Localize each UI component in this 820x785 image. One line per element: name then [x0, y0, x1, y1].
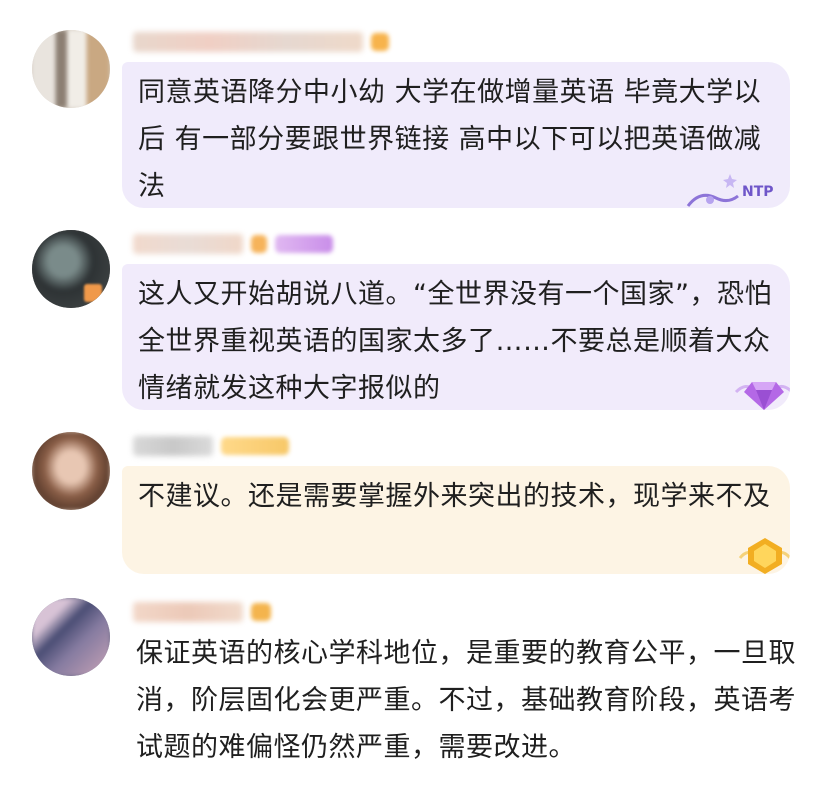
comment-bubble[interactable]: 这人又开始胡说八道。“全世界没有一个国家”，恐怕全世界重视英语的国家太多了……不… — [122, 264, 790, 410]
user-row — [133, 434, 289, 458]
member-badge — [275, 235, 333, 253]
gold-gem-icon — [738, 538, 790, 574]
level-badge — [371, 33, 389, 51]
user-row — [133, 600, 271, 624]
user-row — [133, 30, 389, 54]
comment-bubble[interactable]: 同意英语降分中小幼 大学在做增量英语 毕竟大学以后 有一部分要跟世界链接 高中以… — [122, 62, 790, 208]
level-badge — [251, 235, 267, 253]
avatar[interactable] — [32, 230, 110, 308]
comment-bubble[interactable]: 不建议。还是需要掌握外来突出的技术，现学来不及 — [122, 466, 790, 574]
avatar[interactable] — [32, 30, 110, 108]
avatar[interactable] — [32, 432, 110, 510]
comment-text: 这人又开始胡说八道。“全世界没有一个国家”，恐怕全世界重视英语的国家太多了……不… — [138, 279, 772, 404]
user-row — [133, 232, 333, 256]
comment-text: 保证英语的核心学科地位，是重要的教育公平，一旦取消，阶层固化会更严重。不过，基础… — [136, 638, 796, 763]
username-blurred[interactable] — [133, 602, 243, 622]
svg-text:NTP: NTP — [742, 184, 774, 200]
member-badge — [221, 437, 289, 455]
username-blurred[interactable] — [133, 234, 243, 254]
purple-gem-icon — [734, 382, 790, 410]
username-blurred[interactable] — [133, 32, 363, 52]
username-blurred[interactable] — [133, 436, 213, 456]
level-badge — [251, 603, 271, 621]
avatar[interactable] — [32, 598, 110, 676]
ntp-sticker-icon: NTP — [686, 174, 774, 207]
comment-text: 不建议。还是需要掌握外来突出的技术，现学来不及 — [138, 481, 771, 512]
